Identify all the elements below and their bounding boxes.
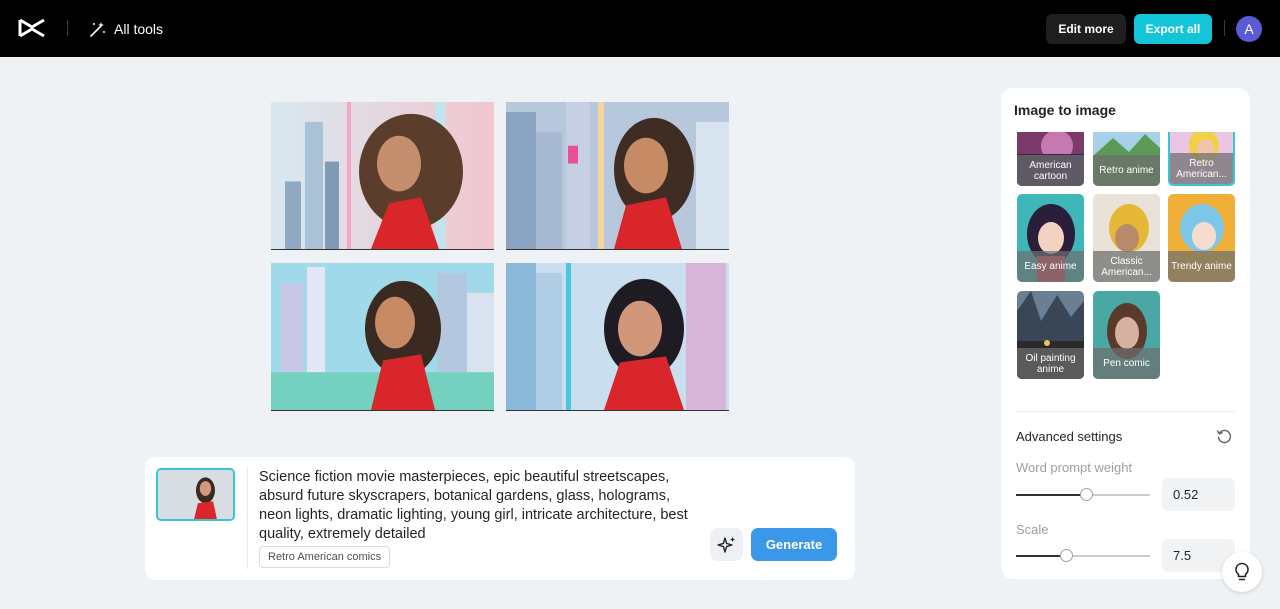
capcut-logo-icon[interactable] <box>18 16 46 40</box>
export-all-button[interactable]: Export all <box>1134 14 1212 44</box>
style-label: Classic American... <box>1093 251 1160 282</box>
style-card-easy-anime[interactable]: Easy anime <box>1017 194 1084 282</box>
tips-button[interactable] <box>1222 552 1262 592</box>
style-card-classic-american[interactable]: Classic American... <box>1093 194 1160 282</box>
advanced-settings-title: Advanced settings <box>1016 429 1123 444</box>
panel-divider <box>1015 411 1235 412</box>
result-image-4[interactable] <box>506 263 729 411</box>
generate-button[interactable]: Generate <box>751 528 837 561</box>
style-card-american-cartoon[interactable]: American cartoon <box>1017 132 1084 186</box>
prompt-divider <box>247 467 248 569</box>
word-prompt-weight-slider[interactable] <box>1016 488 1150 501</box>
style-label: Easy anime <box>1017 251 1084 282</box>
all-tools-button[interactable]: All tools <box>89 18 163 40</box>
image-to-image-panel: Image to image American cartoon Retro an… <box>1001 88 1250 579</box>
slider-thumb[interactable] <box>1080 488 1093 501</box>
style-label: American cartoon <box>1017 155 1084 186</box>
word-prompt-weight-label: Word prompt weight <box>1016 460 1133 475</box>
style-card-trendy-anime[interactable]: Trendy anime <box>1168 194 1235 282</box>
style-card-pen-comic[interactable]: Pen comic <box>1093 291 1160 379</box>
top-bar: All tools Edit more Export all A <box>0 0 1280 57</box>
style-label: Oil painting anime <box>1017 348 1084 379</box>
panel-title: Image to image <box>1014 102 1116 118</box>
sparkle-icon <box>716 536 735 553</box>
scale-label: Scale <box>1016 522 1049 537</box>
style-label: Trendy anime <box>1168 251 1235 282</box>
enhance-prompt-button[interactable] <box>710 528 743 561</box>
result-image-3[interactable] <box>271 263 494 411</box>
style-tag[interactable]: Retro American comics <box>259 546 391 568</box>
style-grid[interactable]: American cartoon Retro anime Retro Ameri… <box>1001 132 1250 392</box>
header-divider <box>1224 20 1225 36</box>
header-divider <box>67 20 68 36</box>
prompt-textarea[interactable]: Science fiction movie masterpieces, epic… <box>259 468 699 544</box>
reset-icon[interactable] <box>1216 428 1232 444</box>
slider-thumb[interactable] <box>1060 549 1073 562</box>
style-card-oil-painting-anime[interactable]: Oil painting anime <box>1017 291 1084 379</box>
style-card-retro-anime[interactable]: Retro anime <box>1093 132 1160 186</box>
edit-more-button[interactable]: Edit more <box>1046 14 1126 44</box>
slider-fill <box>1016 555 1066 557</box>
slider-fill <box>1016 494 1086 496</box>
style-label: Retro anime <box>1093 155 1160 186</box>
reference-image-thumbnail[interactable] <box>156 468 235 521</box>
result-image-1[interactable] <box>271 102 494 250</box>
prompt-panel: Science fiction movie masterpieces, epic… <box>145 457 855 580</box>
result-image-2[interactable] <box>506 102 729 250</box>
lightbulb-icon <box>1235 562 1249 581</box>
style-label: Retro American... <box>1170 153 1233 184</box>
word-prompt-weight-input[interactable]: 0.52 <box>1162 478 1235 511</box>
avatar[interactable]: A <box>1236 16 1262 42</box>
style-card-retro-american-comics[interactable]: Retro American... <box>1168 132 1235 186</box>
magic-wand-icon <box>90 21 105 37</box>
style-label: Pen comic <box>1093 348 1160 379</box>
scale-slider[interactable] <box>1016 549 1150 562</box>
all-tools-label: All tools <box>114 21 164 37</box>
